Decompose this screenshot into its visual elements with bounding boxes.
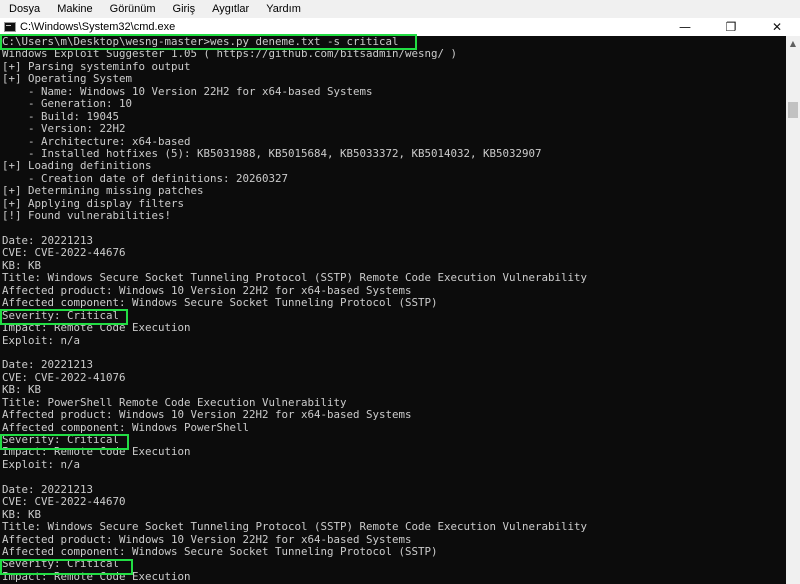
menu-yardim[interactable]: Yardım [257, 0, 309, 18]
window-title: C:\Windows\System32\cmd.exe [20, 21, 176, 33]
console-line: Date: 20221213 [2, 358, 94, 372]
menu-gorunum[interactable]: Görünüm [101, 0, 164, 18]
console-line: Exploit: n/a [2, 333, 81, 347]
console-line: [+] Operating System [2, 72, 133, 86]
vertical-scrollbar[interactable]: ▲ [786, 36, 800, 584]
cmd-icon [4, 22, 16, 32]
close-button[interactable]: ✕ [754, 18, 800, 36]
highlight-severity-3 [0, 559, 133, 575]
scroll-thumb[interactable] [788, 102, 798, 118]
console-line: Affected component: Windows Secure Socke… [2, 296, 438, 310]
console-line: [+] Loading definitions [2, 159, 152, 173]
console-line: Title: Windows Secure Socket Tunneling P… [2, 520, 588, 534]
console-line: [+] Determining missing patches [2, 184, 204, 198]
console-line: - Version: 22H2 [2, 122, 126, 136]
menu-giris[interactable]: Giriş [164, 0, 204, 18]
console-line: Affected product: Windows 10 Version 22H… [2, 408, 412, 422]
highlight-severity-1 [0, 309, 128, 325]
console-line: KB: KB [2, 383, 42, 397]
menu-makine[interactable]: Makine [48, 0, 100, 18]
console-line: - Generation: 10 [2, 97, 133, 111]
console-line: Exploit: n/a [2, 457, 81, 471]
restore-button[interactable]: ❐ [708, 18, 754, 36]
console-line: Title: Windows Secure Socket Tunneling P… [2, 271, 588, 285]
console-line: CVE: CVE-2022-41076 [2, 370, 126, 384]
minimize-button[interactable]: — [662, 18, 708, 36]
menu-aygitlar[interactable]: Aygıtlar [203, 0, 257, 18]
scroll-up-arrow-icon[interactable]: ▲ [786, 36, 800, 50]
console-line: Windows Exploit Suggester 1.05 ( https:/… [2, 47, 458, 61]
menu-dosya[interactable]: Dosya [0, 0, 48, 18]
highlight-severity-2 [0, 434, 129, 450]
console-line: CVE: CVE-2022-44670 [2, 495, 126, 509]
console-line: CVE: CVE-2022-44676 [2, 246, 126, 260]
vm-menubar: Dosya Makine Görünüm Giriş Aygıtlar Yard… [0, 0, 800, 18]
console-line: [!] Found vulnerabilities! [2, 209, 172, 223]
highlight-command [0, 34, 417, 50]
